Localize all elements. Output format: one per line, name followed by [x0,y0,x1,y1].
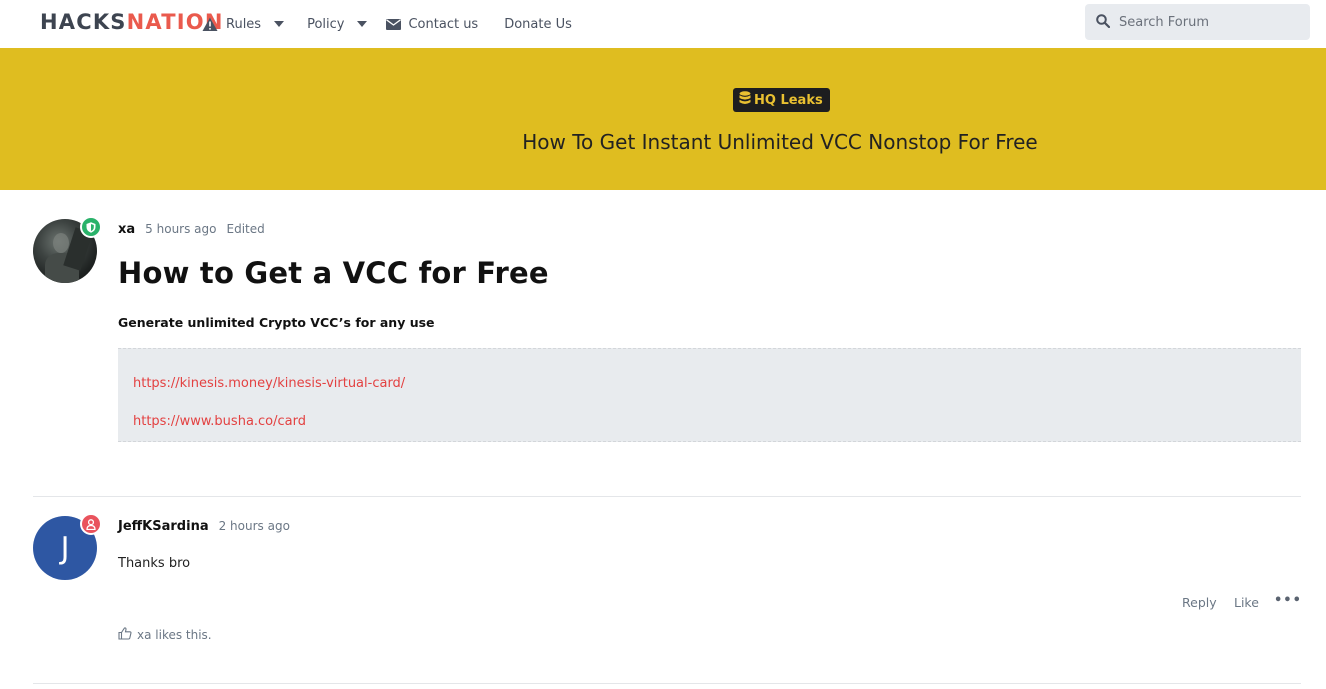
divider [33,683,1301,684]
post-time[interactable]: 2 hours ago [219,519,290,533]
nav-label-contact: Contact us [408,16,479,32]
nav-label-policy: Policy [307,16,345,32]
envelope-icon [386,18,402,30]
post-author[interactable]: xa [118,222,135,237]
nav-item-donate[interactable]: Donate Us [504,0,572,48]
post-subheading: Generate unlimited Crypto VCC’s for any … [118,315,435,330]
category-badge[interactable]: HQ Leaks [733,88,830,112]
post-meta: xa 5 hours ago Edited [118,222,265,237]
post-link[interactable]: https://kinesis.money/kinesis-virtual-ca… [133,376,405,391]
search-box[interactable] [1085,4,1310,40]
thread-banner: HQ Leaks How To Get Instant Unlimited VC… [0,48,1326,190]
nav-label-donate: Donate Us [504,16,572,32]
user-icon [80,513,102,535]
post-heading: How to Get a VCC for Free [118,256,549,290]
post-author[interactable]: JeffKSardina [118,519,209,534]
caret-down-icon [357,21,368,27]
likes-text[interactable]: xa likes this. [137,628,212,642]
warning-icon [202,17,218,32]
main-nav: Rules Policy Contact us Donate Us [202,0,572,48]
edited-label: Edited [226,222,265,236]
site-logo[interactable]: HACKSNATION [40,10,224,34]
shield-icon [80,216,102,238]
more-options-button[interactable]: ••• [1274,593,1302,608]
divider [33,496,1301,497]
nav-item-contact[interactable]: Contact us [386,0,478,48]
post-body: Thanks bro [118,556,191,571]
thread-title: How To Get Instant Unlimited VCC Nonstop… [522,130,1038,154]
search-icon [1085,13,1111,32]
category-label: HQ Leaks [754,92,823,108]
nav-item-policy[interactable]: Policy [307,0,368,48]
reply-button[interactable]: Reply [1182,595,1217,610]
thumbs-up-icon [118,627,137,643]
nav-label-rules: Rules [226,16,262,32]
nav-item-rules[interactable]: Rules [202,0,285,48]
like-button[interactable]: Like [1234,595,1259,610]
top-navbar: HACKSNATION Rules Policy Contact us Dona… [0,0,1326,48]
search-input[interactable] [1119,14,1299,30]
post-time[interactable]: 5 hours ago [145,222,216,236]
links-block: https://kinesis.money/kinesis-virtual-ca… [118,348,1301,442]
post-link[interactable]: https://www.busha.co/card [133,414,306,429]
post-meta: JeffKSardina 2 hours ago [118,519,300,534]
likes-summary: xa likes this. [118,627,212,643]
caret-down-icon [274,21,285,27]
database-icon [739,91,754,109]
